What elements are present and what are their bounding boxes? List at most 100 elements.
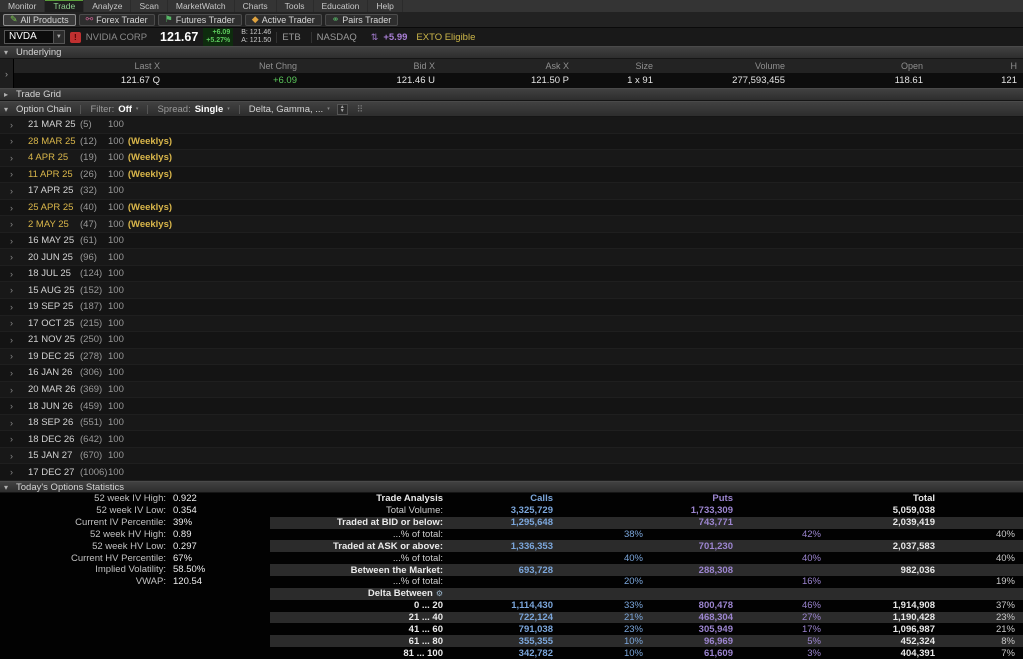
expiration-row-18-sep-26[interactable]: ›18 SEP 26(551)100	[0, 415, 1023, 432]
volatility-stats: 52 week IV High:0.92252 week IV Low:0.35…	[0, 493, 270, 659]
pairs-icon[interactable]: ⇅	[371, 32, 379, 43]
expiration-row-18-jul-25[interactable]: ›18 JUL 25(124)100	[0, 266, 1023, 283]
underlying-section-title: Underlying	[16, 47, 61, 58]
underlying-expander[interactable]: ›	[0, 59, 14, 88]
expiration-multiplier: 100	[108, 136, 124, 147]
expiration-row-17-dec-27[interactable]: ›17 DEC 27(1006)100	[0, 464, 1023, 481]
stat-row-52-week-iv-high: 52 week IV High:0.922	[0, 493, 270, 505]
stats-row-label: 81 ... 100	[270, 648, 448, 659]
chevron-right-icon: ›	[10, 385, 18, 395]
stats-row-4-of-total: ...% of total:40%40%40%	[270, 552, 1023, 564]
menu-item-scan[interactable]: Scan	[131, 0, 167, 12]
menu-item-charts[interactable]: Charts	[235, 0, 277, 12]
expiration-row-15-aug-25[interactable]: ›15 AUG 25(152)100	[0, 282, 1023, 299]
menu-item-education[interactable]: Education	[314, 0, 369, 12]
calls-percent: 23%	[558, 624, 648, 635]
stats-row-label: Traded at BID or below:	[270, 517, 448, 528]
expiration-multiplier: 100	[108, 301, 124, 312]
toolbar-button-label: Pairs Trader	[342, 15, 391, 25]
expiration-row-15-jan-27[interactable]: ›15 JAN 27(670)100	[0, 448, 1023, 465]
puts-column-header: Puts	[648, 493, 738, 504]
toolbar-button-active-trader[interactable]: ◆Active Trader	[245, 14, 322, 26]
total-percent: 23%	[940, 612, 1023, 623]
expiration-multiplier: 100	[108, 185, 124, 196]
expiration-multiplier: 100	[108, 467, 124, 478]
chevron-down-icon: ▾	[227, 106, 230, 112]
expiration-row-20-mar-26[interactable]: ›20 MAR 26(369)100	[0, 382, 1023, 399]
expiration-multiplier: 100	[108, 401, 124, 412]
chevron-right-icon: ›	[10, 203, 18, 213]
spread-value-dropdown[interactable]: Single	[195, 104, 224, 115]
puts-percent: 42%	[738, 529, 826, 540]
menu-item-trade[interactable]: Trade	[45, 0, 84, 12]
expiration-row-17-oct-25[interactable]: ›17 OCT 25(215)100	[0, 316, 1023, 333]
total-volume: 1,914,908	[826, 600, 940, 611]
expiration-row-4-apr-25[interactable]: ›4 APR 25(19)100(Weeklys)	[0, 150, 1023, 167]
expiration-days-to-exp: (5)	[80, 119, 108, 130]
expiration-row-16-jan-26[interactable]: ›16 JAN 26(306)100	[0, 365, 1023, 382]
expiration-row-20-jun-25[interactable]: ›20 JUN 25(96)100	[0, 249, 1023, 266]
menu-item-help[interactable]: Help	[368, 0, 402, 12]
calls-volume: 342,782	[448, 648, 558, 659]
expiration-row-2-may-25[interactable]: ›2 MAY 25(47)100(Weeklys)	[0, 216, 1023, 233]
total-volume: 452,324	[826, 636, 940, 647]
trade-analysis-title: Trade Analysis	[270, 493, 448, 504]
expiration-row-11-apr-25[interactable]: ›11 APR 25(26)100(Weeklys)	[0, 167, 1023, 184]
options-statistics-section-bar[interactable]: ▾ Today's Options Statistics	[0, 481, 1023, 493]
pairs-icon: ⚭	[332, 15, 340, 24]
expiration-row-19-sep-25[interactable]: ›19 SEP 25(187)100	[0, 299, 1023, 316]
calls-percent: 20%	[558, 576, 648, 587]
toolbar-button-pairs-trader[interactable]: ⚭Pairs Trader	[325, 14, 399, 26]
change-chip: +6.09 +5.27%	[203, 28, 233, 46]
expiration-row-18-jun-26[interactable]: ›18 JUN 26(459)100	[0, 398, 1023, 415]
expiration-days-to-exp: (459)	[80, 401, 108, 412]
toolbar-button-all-products[interactable]: ✎All Products	[3, 14, 76, 26]
expiration-days-to-exp: (306)	[80, 367, 108, 378]
expiration-row-28-mar-25[interactable]: ›28 MAR 25(12)100(Weeklys)	[0, 134, 1023, 151]
expiration-date: 15 JAN 27	[28, 450, 80, 461]
menu-item-tools[interactable]: Tools	[277, 0, 314, 12]
expiration-row-25-apr-25[interactable]: ›25 APR 25(40)100(Weeklys)	[0, 200, 1023, 217]
option-chain-section-bar[interactable]: ▾ Option Chain Filter: Off ▾ Spread: Sin…	[0, 101, 1023, 117]
underlying-section-bar[interactable]: ▾ Underlying	[0, 46, 1023, 59]
underlying-header-size: Size	[575, 59, 659, 73]
puts-percent: 17%	[738, 624, 826, 635]
menu-item-analyze[interactable]: Analyze	[84, 0, 131, 12]
chevron-right-icon: ›	[10, 136, 18, 146]
expiration-row-21-nov-25[interactable]: ›21 NOV 25(250)100	[0, 332, 1023, 349]
trade-grid-section-bar[interactable]: ▸ Trade Grid	[0, 88, 1023, 101]
stats-row-label: 61 ... 80	[270, 636, 448, 647]
expiration-multiplier: 100	[108, 285, 124, 296]
expiration-date: 18 SEP 26	[28, 417, 80, 428]
expiration-row-19-dec-25[interactable]: ›19 DEC 25(278)100	[0, 349, 1023, 366]
chevron-right-icon: ›	[10, 335, 18, 345]
symbol-dropdown-button[interactable]: ▼	[53, 31, 64, 43]
toolbar-button-forex-trader[interactable]: ⚯Forex Trader	[79, 14, 155, 26]
chevron-right-icon: ›	[10, 351, 18, 361]
underlying-value-open: 118.61	[791, 73, 929, 88]
filter-value-dropdown[interactable]: Off	[118, 104, 132, 115]
symbol-input[interactable]: NVDA ▼	[4, 30, 65, 44]
separator	[80, 105, 81, 114]
columns-dropdown[interactable]: Delta, Gamma, ...	[249, 104, 323, 115]
strike-count-spinner[interactable]: ▲▼	[337, 104, 348, 115]
menu-item-marketwatch[interactable]: MarketWatch	[168, 0, 235, 12]
expiration-row-16-may-25[interactable]: ›16 MAY 25(61)100	[0, 233, 1023, 250]
expiration-date: 18 JUL 25	[28, 268, 80, 279]
expiration-date: 20 MAR 26	[28, 384, 80, 395]
chevron-right-icon: ›	[10, 467, 18, 477]
drag-handle-icon[interactable]: ⠿	[357, 104, 364, 115]
gear-icon[interactable]: ⚙	[436, 589, 443, 598]
toolbar-button-futures-trader[interactable]: ⚑Futures Trader	[158, 14, 242, 26]
expiration-row-17-apr-25[interactable]: ›17 APR 25(32)100	[0, 183, 1023, 200]
stat-row-implied-volatility: Implied Volatility:58.50%	[0, 564, 270, 576]
chevron-right-icon: ›	[10, 434, 18, 444]
spinner-down-icon[interactable]: ▼	[340, 109, 345, 114]
menu-item-monitor[interactable]: Monitor	[0, 0, 45, 12]
chevron-right-icon: ›	[10, 285, 18, 295]
expiration-row-21-mar-25[interactable]: ›21 MAR 25(5)100	[0, 117, 1023, 134]
expiration-row-18-dec-26[interactable]: ›18 DEC 26(642)100	[0, 431, 1023, 448]
expiration-multiplier: 100	[108, 351, 124, 362]
stats-row-0-total-volume: Total Volume:3,325,7291,733,3095,059,038	[270, 505, 1023, 517]
stat-row-current-iv-percentile: Current IV Percentile:39%	[0, 517, 270, 529]
